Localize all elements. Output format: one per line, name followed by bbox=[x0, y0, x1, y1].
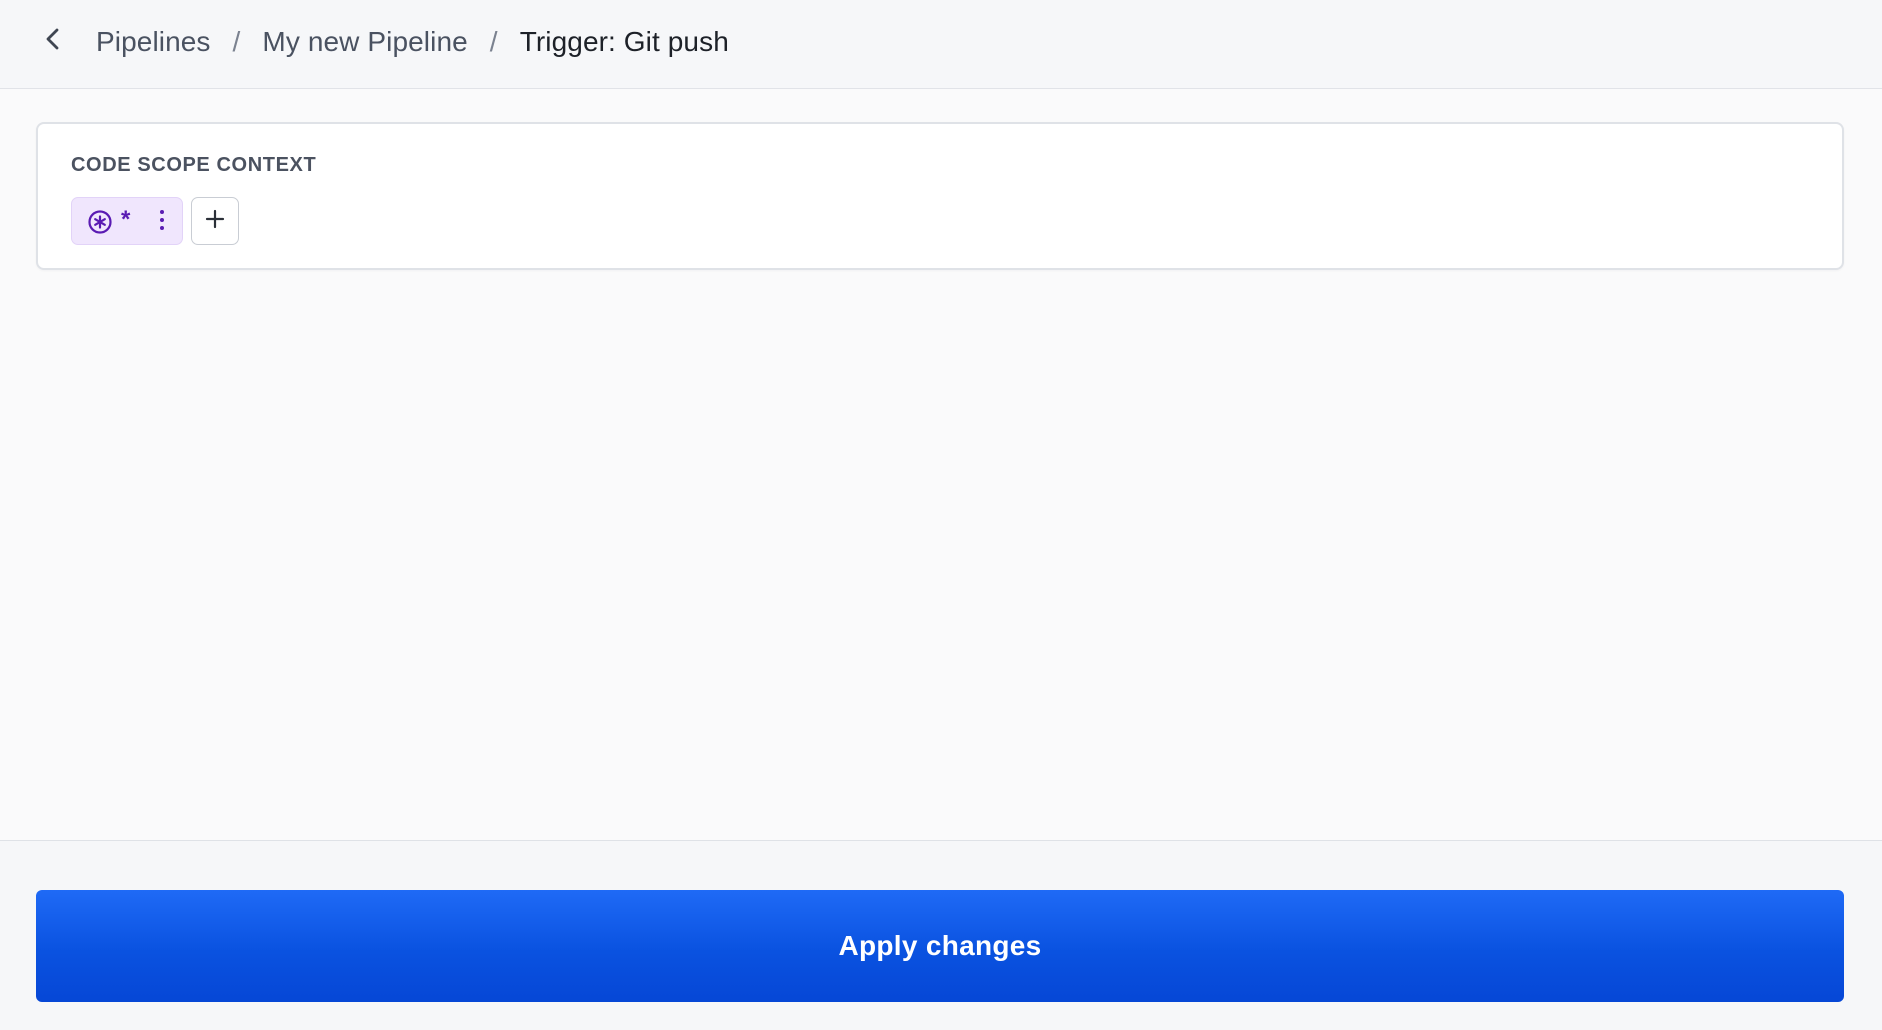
apply-changes-button[interactable]: Apply changes bbox=[36, 890, 1844, 1002]
plus-icon bbox=[205, 209, 225, 234]
vertical-dots-icon bbox=[159, 209, 165, 236]
app-root: Pipelines / My new Pipeline / Trigger: G… bbox=[0, 0, 1882, 1030]
breadcrumb-current: Trigger: Git push bbox=[519, 26, 729, 57]
scope-chip-label: * bbox=[121, 206, 131, 233]
back-button[interactable] bbox=[38, 26, 68, 56]
page-header: Pipelines / My new Pipeline / Trigger: G… bbox=[0, 0, 1882, 89]
add-scope-button[interactable] bbox=[191, 197, 239, 245]
card-title: CODE SCOPE CONTEXT bbox=[71, 154, 317, 176]
breadcrumb: Pipelines / My new Pipeline / Trigger: G… bbox=[96, 0, 729, 84]
breadcrumb-separator: / bbox=[489, 26, 498, 57]
breadcrumb-link-pipeline[interactable]: My new Pipeline bbox=[262, 26, 467, 58]
chip-menu-button[interactable] bbox=[152, 208, 172, 236]
chevron-left-icon bbox=[43, 27, 63, 56]
page-footer: Apply changes bbox=[0, 840, 1882, 1030]
breadcrumb-link-pipelines[interactable]: Pipelines bbox=[96, 26, 211, 58]
scope-chip[interactable]: * bbox=[71, 197, 183, 245]
breadcrumb-separator: / bbox=[232, 26, 241, 57]
asterisk-circle-icon bbox=[87, 209, 113, 235]
code-scope-context-card: CODE SCOPE CONTEXT * bbox=[36, 122, 1844, 270]
